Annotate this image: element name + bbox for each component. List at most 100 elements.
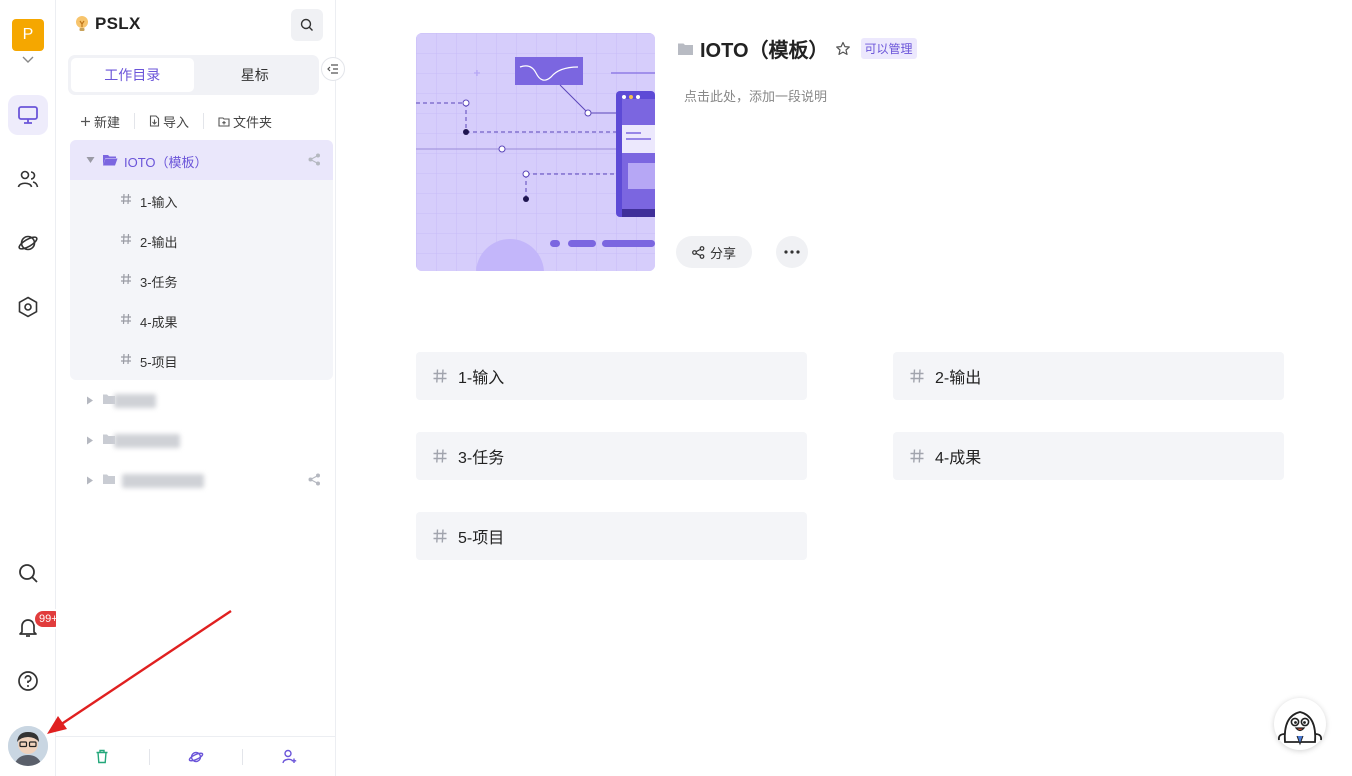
- blurred-folder-name: [114, 434, 180, 448]
- doc-card-label: 3-任务: [458, 450, 505, 467]
- planet-icon: [188, 751, 204, 762]
- tree-folder-collapsed[interactable]: [70, 460, 333, 500]
- tree-item[interactable]: 3-任务: [70, 260, 333, 300]
- app-rail: P 99+: [0, 0, 64, 776]
- search-icon: [300, 18, 313, 31]
- chevron-down-icon[interactable]: [20, 54, 36, 66]
- tree-folder-collapsed[interactable]: [70, 420, 333, 460]
- folder-icon: [678, 43, 693, 55]
- hash-icon: [433, 449, 447, 463]
- new-button[interactable]: 新建: [72, 112, 128, 131]
- search-icon: [19, 564, 38, 583]
- brand[interactable]: PSLX: [74, 14, 141, 34]
- rail-search-button[interactable]: [8, 553, 48, 593]
- rail-settings-button[interactable]: [8, 287, 48, 327]
- share-button[interactable]: 分享: [676, 236, 752, 268]
- add-folder-icon: [218, 116, 230, 127]
- share-icon[interactable]: [308, 153, 321, 166]
- collapse-sidebar-button[interactable]: [321, 57, 345, 81]
- main-content: IOTO（模板） 可以管理 点击此处，添加一段说明 分享 1-输入 2-输出 3…: [336, 0, 1352, 776]
- trash-button[interactable]: [56, 749, 149, 764]
- brand-name: PSLX: [95, 14, 141, 33]
- doc-card[interactable]: 5-项目: [416, 512, 807, 560]
- doc-card[interactable]: 3-任务: [416, 432, 807, 480]
- doc-card-label: 5-项目: [458, 530, 505, 547]
- rail-workspace-button[interactable]: [8, 95, 48, 135]
- help-icon: [18, 671, 38, 691]
- hash-icon: [433, 369, 447, 383]
- new-folder-label: 文件夹: [233, 114, 273, 130]
- hash-icon: [910, 449, 924, 463]
- invite-member-button[interactable]: [243, 749, 336, 764]
- page-title[interactable]: IOTO（模板）: [700, 34, 829, 63]
- caret-right-icon[interactable]: [86, 396, 94, 405]
- rail-explore-button[interactable]: [8, 223, 48, 263]
- permission-badge: 可以管理: [860, 38, 917, 59]
- hash-icon: [121, 353, 131, 365]
- tree-item-label: 1-输入: [140, 195, 178, 210]
- toolbar-divider: [134, 113, 136, 129]
- tree-item-label: 2-输出: [140, 235, 178, 250]
- folder-open-icon: [103, 155, 118, 166]
- share-label: 分享: [709, 245, 736, 261]
- cover-image[interactable]: [416, 33, 655, 271]
- new-folder-button[interactable]: 文件夹: [210, 112, 280, 131]
- caret-down-icon[interactable]: [86, 156, 95, 164]
- tree-item[interactable]: 2-输出: [70, 220, 333, 260]
- sidebar-search-button[interactable]: [291, 9, 323, 41]
- doc-card[interactable]: 1-输入: [416, 352, 807, 400]
- hash-icon: [121, 273, 131, 285]
- plus-icon: [81, 116, 90, 126]
- tree-item-label: 5-项目: [140, 355, 178, 370]
- tree-folder-ioto[interactable]: IOTO（模板）: [70, 140, 333, 180]
- tab-workspace[interactable]: 工作目录: [71, 58, 194, 92]
- cover-illustration: [416, 33, 655, 271]
- description-input[interactable]: 点击此处，添加一段说明: [684, 86, 827, 105]
- collapse-left-icon: [327, 64, 338, 74]
- doc-card-label: 2-输出: [935, 370, 982, 387]
- doc-card[interactable]: 2-输出: [893, 352, 1284, 400]
- sidebar: PSLX 工作目录 星标 新建 导入 文件夹 IOTO（模板） 1-输入 2-输…: [56, 0, 345, 776]
- folder-icon: [103, 474, 115, 484]
- toolbar-divider: [203, 113, 205, 129]
- share-icon: [692, 245, 705, 259]
- blurred-folder-name: [114, 394, 156, 408]
- page-header: IOTO（模板） 可以管理: [677, 34, 917, 63]
- tree-item[interactable]: 1-输入: [70, 180, 333, 220]
- add-user-icon: [282, 749, 297, 764]
- workspace-badge[interactable]: P: [12, 19, 44, 51]
- tree-folder-collapsed[interactable]: [70, 380, 333, 420]
- sidebar-bottom-bar: [56, 736, 336, 776]
- hash-icon: [121, 233, 131, 245]
- tab-starred[interactable]: 星标: [194, 58, 317, 92]
- bulb-logo-icon: [76, 16, 88, 31]
- caret-right-icon[interactable]: [86, 476, 94, 485]
- doc-card[interactable]: 4-成果: [893, 432, 1284, 480]
- more-options-button[interactable]: [776, 236, 808, 268]
- explore-button[interactable]: [150, 750, 243, 764]
- tree-item[interactable]: 4-成果: [70, 300, 333, 340]
- import-file-icon: [149, 115, 160, 127]
- rail-help-button[interactable]: [8, 661, 48, 701]
- more-horizontal-icon: [784, 250, 800, 254]
- caret-right-icon[interactable]: [86, 436, 94, 445]
- rail-team-button[interactable]: [8, 159, 48, 199]
- tree-item[interactable]: 5-项目: [70, 340, 333, 380]
- import-button[interactable]: 导入: [141, 112, 197, 131]
- hash-icon: [121, 313, 131, 325]
- folder-label: IOTO（模板）: [124, 155, 208, 170]
- team-icon: [17, 170, 39, 188]
- blurred-folder-name: [122, 474, 204, 488]
- hash-icon: [910, 369, 924, 383]
- share-icon[interactable]: [308, 473, 321, 486]
- sidebar-toolbar: 新建 导入 文件夹: [72, 108, 322, 134]
- tree-item-label: 4-成果: [140, 315, 178, 330]
- hash-icon: [433, 529, 447, 543]
- assistant-mascot-button[interactable]: [1274, 698, 1326, 750]
- tree-item-label: 3-任务: [140, 275, 178, 290]
- doc-card-label: 1-输入: [458, 370, 505, 387]
- import-label: 导入: [163, 114, 190, 130]
- user-avatar[interactable]: [8, 726, 48, 766]
- hash-icon: [121, 193, 131, 205]
- star-icon[interactable]: [835, 41, 851, 57]
